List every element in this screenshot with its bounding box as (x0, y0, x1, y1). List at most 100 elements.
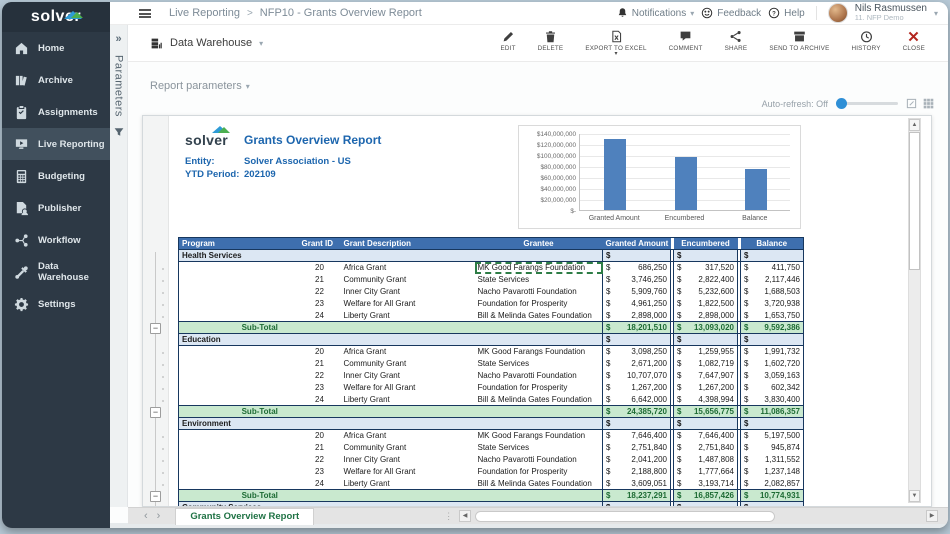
grantee-cell[interactable]: State Services (475, 442, 603, 454)
amount-cell: $1,311,552 (741, 454, 804, 466)
collapse-group-button[interactable]: − (150, 323, 161, 334)
x-axis-label: Balance (710, 215, 800, 222)
grant-description-cell: Community Grant (341, 358, 475, 370)
grantee-cell[interactable]: Nacho Pavarotti Foundation (475, 454, 603, 466)
filter-icon[interactable] (114, 127, 124, 137)
sidebar-item-live-reporting[interactable]: Live Reporting (2, 128, 110, 160)
parameters-label: Parameters (113, 55, 125, 117)
sidebar-item-publisher[interactable]: Publisher (2, 192, 110, 224)
report-logo: solver (185, 132, 228, 148)
data-warehouse-dropdown[interactable]: Data Warehouse ▾ (150, 37, 263, 50)
table-row: 23 Welfare for All Grant Foundation for … (179, 382, 804, 394)
edit-view-icon[interactable] (906, 98, 917, 109)
history-button[interactable]: HISTORY (840, 30, 891, 52)
table-row: 21 Community Grant State Services $3,746… (179, 274, 804, 286)
amount-cell: $1,991,732 (741, 346, 804, 358)
bar-granted-amount (604, 139, 626, 211)
table-row: 20 Africa Grant MK Good Farangs Foundati… (179, 346, 804, 358)
grantee-cell[interactable]: Foundation for Prosperity (475, 466, 603, 478)
grantee-cell[interactable]: MK Good Farangs Foundation (475, 430, 603, 442)
archive-icon (14, 73, 29, 88)
collapse-group-button[interactable]: − (150, 491, 161, 502)
sidebar: solver Home Archive Assignments Live Rep… (2, 2, 110, 528)
table-row: 23 Welfare for All Grant Foundation for … (179, 298, 804, 310)
grantee-cell[interactable]: Nacho Pavarotti Foundation (475, 370, 603, 382)
sidebar-item-archive[interactable]: Archive (2, 64, 110, 96)
solver-triangle-icon (212, 126, 228, 133)
grantee-cell[interactable]: Foundation for Prosperity (475, 382, 603, 394)
sidebar-item-label: Settings (38, 299, 75, 310)
grantee-cell[interactable]: MK Good Farangs Foundation (475, 262, 603, 274)
slider-knob[interactable] (836, 98, 847, 109)
sheet-prev-icon[interactable]: ‹ (144, 510, 148, 522)
amount-cell: $18,237,291 (603, 490, 671, 502)
grant-description-cell: Welfare for All Grant (341, 382, 475, 394)
breadcrumb-live-reporting[interactable]: Live Reporting (169, 7, 240, 19)
help-button[interactable]: ? Help (768, 7, 805, 19)
delete-button[interactable]: DELETE (527, 30, 575, 52)
amount-cell: $3,720,938 (741, 298, 804, 310)
vertical-scrollbar[interactable]: ▲ ▼ (908, 118, 921, 503)
sidebar-item-budgeting[interactable]: Budgeting (2, 160, 110, 192)
scroll-up-icon[interactable]: ▲ (909, 119, 920, 131)
grant-id-cell: 23 (299, 466, 341, 478)
grantee-cell[interactable]: Foundation for Prosperity (475, 298, 603, 310)
grant-description-cell: Inner City Grant (341, 286, 475, 298)
scroll-down-icon[interactable]: ▼ (909, 490, 920, 502)
hscroll-right-icon[interactable]: ▶ (926, 510, 938, 522)
y-tick-label: $60,000,000 (521, 175, 576, 182)
report-parameters-toggle[interactable]: Report parameters▾ (150, 80, 250, 92)
sidebar-item-label: Workflow (38, 235, 81, 246)
avatar[interactable] (828, 3, 848, 23)
edit-button[interactable]: EDIT (489, 30, 526, 52)
grantee-cell[interactable]: State Services (475, 274, 603, 286)
user-chevron-down-icon[interactable]: ▾ (934, 9, 938, 18)
feedback-button[interactable]: Feedback (701, 7, 761, 19)
notifications-button[interactable]: Notifications ▾ (617, 7, 694, 19)
sidebar-item-home[interactable]: Home (2, 32, 110, 64)
comment-button[interactable]: COMMENT (658, 30, 714, 52)
amount-cell: $2,671,200 (603, 358, 671, 370)
sidebar-item-label: Live Reporting (38, 139, 105, 150)
export-to-excel-button[interactable]: EXPORT TO EXCEL ▾ (574, 30, 657, 56)
hscroll-left-icon[interactable]: ◀ (459, 510, 471, 522)
menu-icon[interactable] (139, 9, 151, 18)
sidebar-item-workflow[interactable]: Workflow (2, 224, 110, 256)
period-value: 202109 (244, 169, 276, 180)
table-row: 21 Community Grant State Services $2,671… (179, 358, 804, 370)
sidebar-item-label: Budgeting (38, 171, 85, 182)
sheet-tab-grants-overview[interactable]: Grants Overview Report (175, 508, 314, 525)
sidebar-item-data-warehouse[interactable]: Data Warehouse (2, 256, 110, 288)
amount-cell: $ (674, 250, 738, 262)
sidebar-item-assignments[interactable]: Assignments (2, 96, 110, 128)
close-button[interactable]: CLOSE (892, 30, 936, 52)
app-logo[interactable]: solver (2, 2, 110, 32)
grant-description-cell: Liberty Grant (341, 310, 475, 322)
collapse-group-button[interactable]: − (150, 407, 161, 418)
table-header-row: Program Grant ID Grant Description Grant… (179, 238, 804, 250)
parameters-panel-collapsed[interactable]: » Parameters (110, 25, 128, 507)
grantee-cell[interactable]: State Services (475, 358, 603, 370)
send-to-archive-button[interactable]: SEND TO ARCHIVE (758, 30, 840, 52)
grantee-cell[interactable]: Bill & Melinda Gates Foundation (475, 478, 603, 490)
amount-cell: $15,656,775 (674, 406, 738, 418)
amount-cell: $ (674, 418, 738, 430)
grantee-cell[interactable]: MK Good Farangs Foundation (475, 346, 603, 358)
expand-parameters-icon[interactable]: » (115, 33, 121, 45)
hscrollbar-thumb[interactable] (475, 511, 775, 522)
sidebar-item-settings[interactable]: Settings (2, 288, 110, 320)
scrollbar-thumb[interactable] (909, 132, 920, 270)
auto-refresh-label: Auto-refresh: Off (762, 99, 828, 109)
grantee-cell[interactable]: Bill & Melinda Gates Foundation (475, 394, 603, 406)
user-menu[interactable]: Nils Rasmussen 11. NFP Demo (855, 4, 927, 22)
table-row: 23 Welfare for All Grant Foundation for … (179, 466, 804, 478)
table-row: 22 Inner City Grant Nacho Pavarotti Foun… (179, 454, 804, 466)
data-warehouse-label: Data Warehouse (170, 37, 252, 49)
amount-cell: $5,909,760 (603, 286, 671, 298)
sheet-next-icon[interactable]: › (157, 510, 161, 522)
auto-refresh-slider[interactable] (836, 102, 898, 105)
share-button[interactable]: SHARE (714, 30, 759, 52)
grantee-cell[interactable]: Nacho Pavarotti Foundation (475, 286, 603, 298)
grid-view-icon[interactable] (923, 98, 934, 109)
grantee-cell[interactable]: Bill & Melinda Gates Foundation (475, 310, 603, 322)
